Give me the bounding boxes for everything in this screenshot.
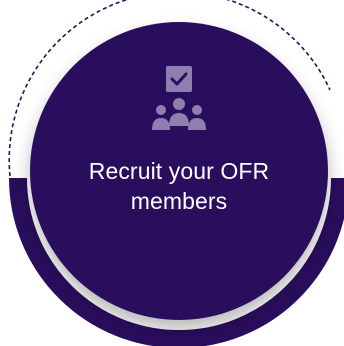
card-title-line1: Recruit your OFR	[88, 158, 270, 184]
team-checkbox-icon	[152, 64, 210, 138]
recruit-card[interactable]: Recruit your OFR members	[0, 0, 344, 346]
card-title-line2: members	[130, 188, 228, 214]
card-title: Recruit your OFR members	[30, 156, 328, 216]
